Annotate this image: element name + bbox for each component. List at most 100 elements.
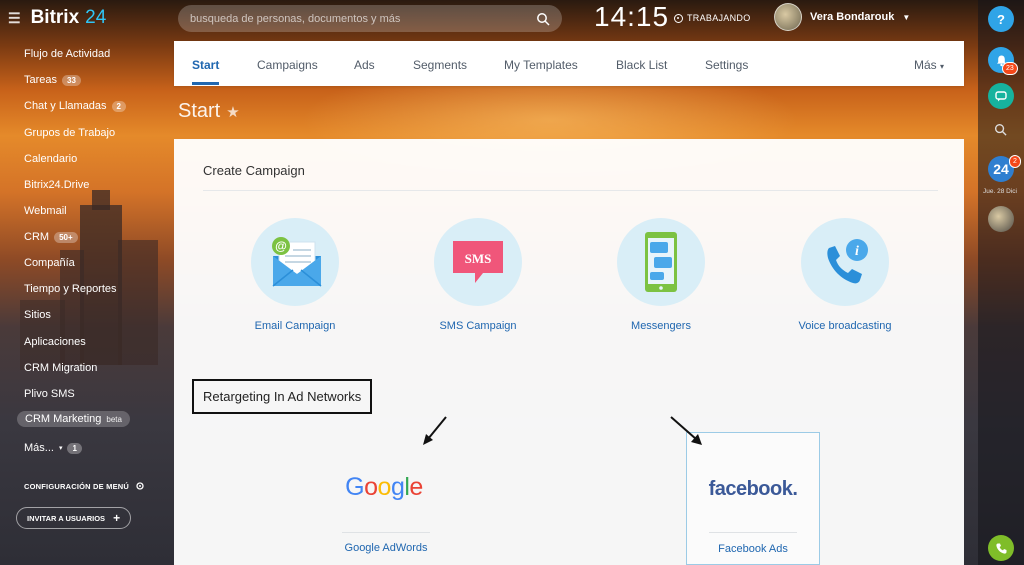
voice-phone-icon: i [801, 218, 889, 306]
voice-broadcasting-tile[interactable]: i Voice broadcasting [770, 218, 920, 332]
tab-segments[interactable]: Segments [413, 58, 467, 72]
open-lines-button[interactable] [988, 83, 1014, 109]
work-status-label: TRABAJANDO [687, 13, 751, 23]
svg-text:@: @ [275, 239, 287, 253]
chevron-down-icon: ▾ [940, 62, 945, 71]
sidebar-item-label: Sitios [24, 309, 51, 321]
sidebar-item-label: Aplicaciones [24, 336, 86, 348]
facebook-ads-label: Facebook Ads [718, 543, 788, 555]
section-divider [203, 190, 938, 191]
google-adwords-card[interactable]: Google Google AdWords [342, 431, 430, 561]
messengers-tile[interactable]: Messengers [586, 218, 736, 332]
sidebar-item-apps[interactable]: Aplicaciones [24, 336, 86, 348]
tab-settings[interactable]: Settings [705, 58, 748, 72]
sidebar-item-calendar[interactable]: Calendario [24, 153, 77, 165]
google-adwords-label: Google AdWords [344, 542, 428, 554]
messengers-label: Messengers [631, 320, 691, 332]
facebook-logo: facebook. [708, 478, 798, 500]
user-menu[interactable]: Vera Bondarouk ▼ [774, 3, 910, 31]
sidebar-item-label: CRM Marketing [25, 413, 102, 425]
tab-start[interactable]: Start [192, 58, 220, 85]
logo[interactable]: ☰ Bitrix 24 [8, 7, 106, 29]
email-icon: @ [251, 218, 339, 306]
counter-badge: 1 [67, 442, 82, 454]
logo-number: 24 [85, 7, 107, 28]
tab-campaigns[interactable]: Campaigns [257, 58, 318, 72]
page-title-text: Start [178, 100, 221, 122]
sidebar-item-crm[interactable]: CRM 50+ [24, 231, 78, 243]
messenger-phone-icon [617, 218, 705, 306]
facebook-ads-card[interactable]: facebook. Facebook Ads [686, 432, 820, 565]
google-logo: Google [345, 473, 423, 501]
create-campaign-title: Create Campaign [203, 163, 305, 178]
sidebar-item-label: Grupos de Trabajo [24, 127, 116, 139]
tab-my-templates[interactable]: My Templates [504, 58, 578, 72]
menu-settings-label: CONFIGURACIÓN DE MENÚ [24, 481, 130, 491]
sidebar-item-crm-migration[interactable]: CRM Migration [24, 362, 97, 374]
sidebar-item-label: Flujo de Actividad [24, 48, 111, 60]
sms-campaign-label: SMS Campaign [439, 320, 517, 332]
svg-text:i: i [855, 244, 859, 259]
invite-users-label: INVITAR A USUARIOS [27, 513, 106, 523]
arrow-annotation-google [423, 416, 447, 445]
search-icon[interactable] [994, 123, 1007, 136]
sidebar-item-chat[interactable]: Chat y Llamadas 2 [24, 100, 126, 112]
work-status[interactable]: TRABAJANDO [674, 13, 751, 23]
email-campaign-tile[interactable]: @ Email Campaign [220, 218, 370, 332]
voice-broadcasting-label: Voice broadcasting [798, 320, 892, 332]
clock[interactable]: 14:15 [594, 1, 669, 33]
sidebar-item-webmail[interactable]: Webmail [24, 205, 67, 217]
tab-more-label: Más [914, 58, 937, 72]
sidebar-item-label: Tareas [24, 74, 58, 86]
email-campaign-label: Email Campaign [254, 320, 336, 332]
sidebar-item-activity[interactable]: Flujo de Actividad [24, 48, 110, 60]
sidebar-item-plivo-sms[interactable]: Plivo SMS [24, 388, 75, 400]
plus-icon: + [113, 511, 121, 525]
avatar[interactable] [774, 3, 802, 31]
menu-icon[interactable]: ☰ [8, 10, 21, 27]
marketing-tabs: Start Campaigns Ads Segments My Template… [174, 41, 964, 86]
chevron-down-icon: ▾ [58, 445, 63, 452]
phone-icon [995, 543, 1006, 554]
notifications-count: 23 [1002, 62, 1018, 75]
call-button[interactable] [988, 535, 1014, 561]
sidebar-item-label: Calendario [24, 153, 78, 165]
sidebar-item-groups[interactable]: Grupos de Trabajo [24, 127, 115, 139]
google-divider [342, 532, 430, 533]
sidebar-item-more[interactable]: Más... ▾ 1 [24, 442, 82, 454]
gear-icon[interactable] [135, 481, 145, 491]
beta-label: beta [106, 414, 122, 424]
help-button[interactable]: ? [988, 6, 1014, 32]
retargeting-title: Retargeting In Ad Networks [192, 379, 373, 414]
chevron-down-icon: ▼ [902, 12, 911, 22]
sidebar-item-label: Webmail [24, 205, 67, 217]
menu-settings[interactable]: CONFIGURACIÓN DE MENÚ [24, 481, 145, 491]
invite-users-button[interactable]: INVITAR A USUARIOS + [16, 507, 132, 529]
tab-black-list[interactable]: Black List [616, 58, 667, 72]
bitrix24-icon: 24 [993, 161, 1009, 177]
search-box[interactable] [178, 5, 562, 32]
search-input[interactable] [190, 12, 536, 25]
sidebar-item-sites[interactable]: Sitios [24, 309, 51, 321]
sidebar-item-reports[interactable]: Tiempo y Reportes [24, 283, 117, 295]
sidebar-item-tasks[interactable]: Tareas 33 [24, 74, 81, 86]
search-icon[interactable] [536, 12, 550, 26]
sidebar-item-label: Tiempo y Reportes [24, 283, 117, 295]
chat-icon [995, 91, 1007, 102]
user-name: Vera Bondarouk [810, 11, 895, 23]
right-panel: ? 23 24 2 Jue. 28 Dici [978, 0, 1024, 565]
star-icon[interactable]: ★ [226, 103, 239, 121]
tab-ads[interactable]: Ads [354, 58, 375, 72]
sidebar-item-label: Plivo SMS [24, 388, 75, 400]
page-title: Start ★ [178, 100, 240, 123]
facebook-divider [709, 532, 797, 533]
sms-campaign-tile[interactable]: SMS SMS Campaign [403, 218, 553, 332]
date-label: Jue. 28 Dici [983, 188, 1017, 195]
arrow-annotation-facebook [670, 416, 702, 445]
retargeting-title-text: Retargeting In Ad Networks [203, 389, 362, 404]
contact-avatar[interactable] [988, 206, 1014, 232]
tab-more[interactable]: Más ▾ [914, 58, 944, 72]
sidebar-item-crm-marketing[interactable]: CRM Marketing beta [17, 411, 130, 427]
sidebar-item-drive[interactable]: Bitrix24.Drive [24, 179, 89, 191]
sidebar-item-company[interactable]: Compañía [24, 257, 75, 269]
